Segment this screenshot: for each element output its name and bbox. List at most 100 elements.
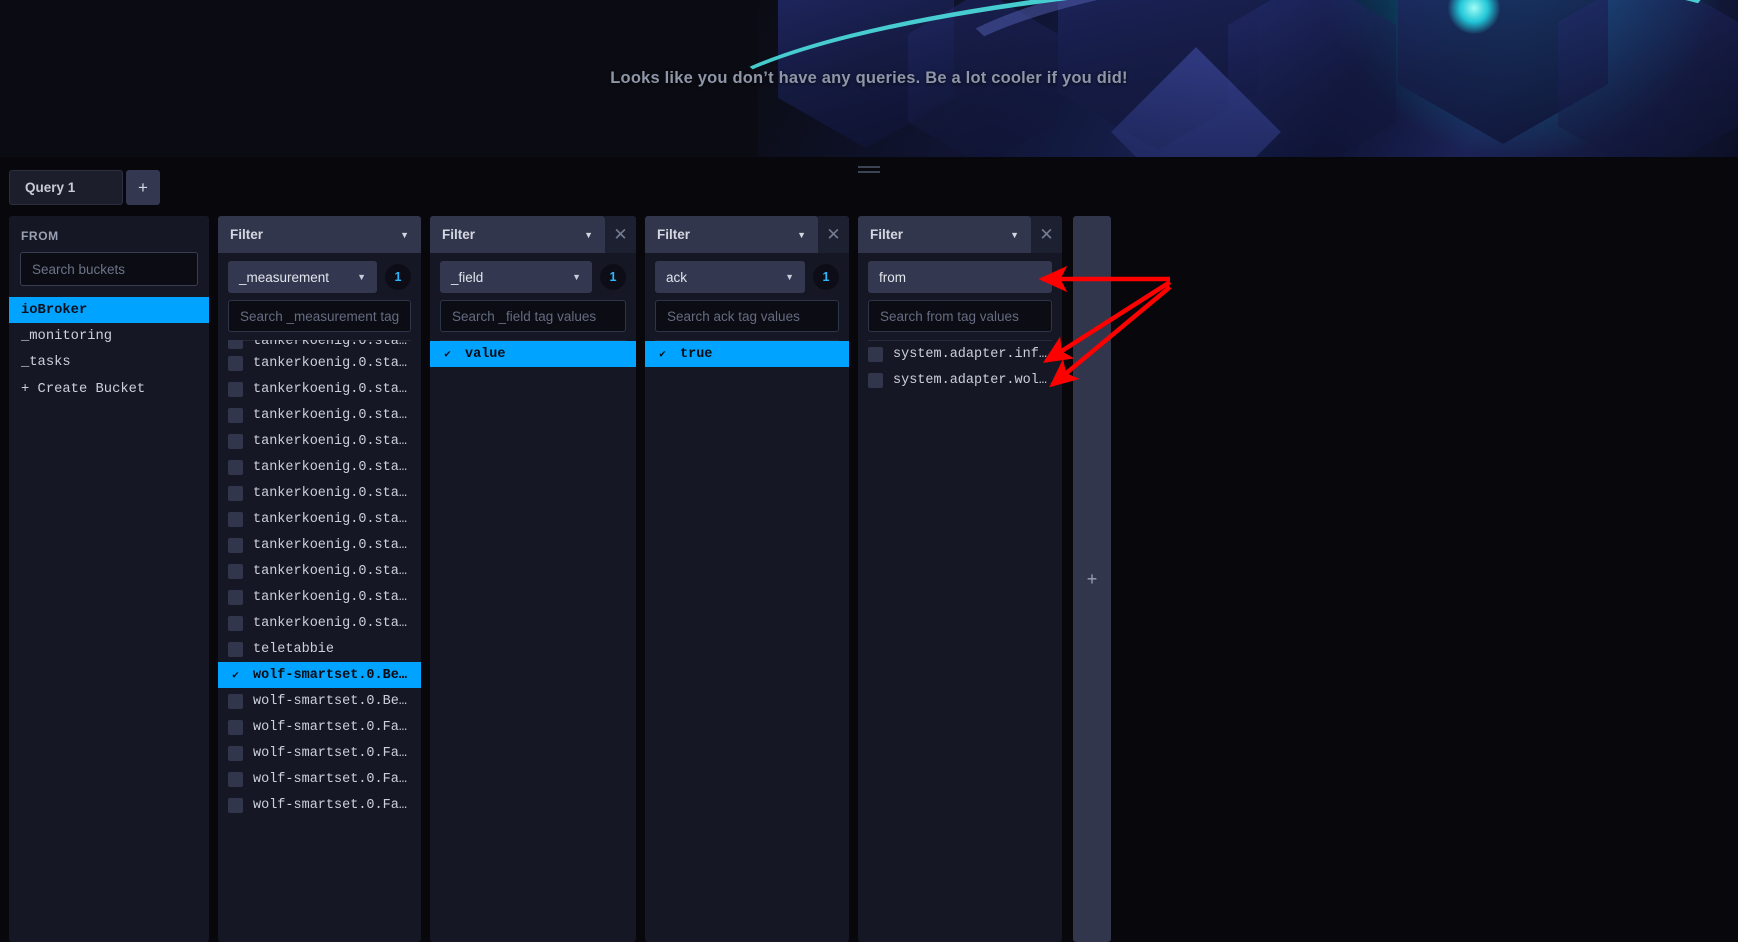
- list-item[interactable]: wolf-smartset.0.Fachm…: [218, 740, 421, 766]
- list-item[interactable]: wolf-smartset.0.Fachm…: [218, 792, 421, 818]
- checkbox[interactable]: [228, 589, 243, 605]
- list-item[interactable]: wolf-smartset.0.Fachm…: [218, 714, 421, 740]
- checkbox[interactable]: [228, 537, 243, 553]
- filter-card-field: Filter ▼ ✕ _field ▼ 1 ✔: [430, 216, 636, 942]
- bucket-label: _tasks: [21, 354, 71, 370]
- list-item-label: tankerkoenig.0.statio…: [253, 563, 411, 579]
- list-item[interactable]: tankerkoenig.0.statio…: [218, 376, 421, 402]
- close-icon: ✕: [826, 224, 841, 244]
- chevron-down-icon: ▼: [572, 272, 581, 282]
- checkbox[interactable]: [228, 381, 243, 397]
- remove-filter-button[interactable]: ✕: [1031, 216, 1062, 253]
- filter-value-list[interactable]: system.adapter.influx… system.adapter.wo…: [858, 341, 1062, 393]
- checkbox[interactable]: [228, 407, 243, 423]
- filter-value-list[interactable]: ✔ true: [645, 341, 849, 367]
- filter-value-list[interactable]: ✔ value: [430, 341, 636, 367]
- list-item[interactable]: tankerkoenig.0.statio…: [218, 454, 421, 480]
- bucket-item-iobroker[interactable]: ioBroker: [9, 297, 209, 323]
- list-item-label: teletabbie: [253, 641, 335, 657]
- list-item[interactable]: tankerkoenig.0.statio…: [218, 506, 421, 532]
- list-item-label: wolf-smartset.0.Benu…: [253, 667, 411, 683]
- checkbox-checked[interactable]: ✔: [655, 347, 670, 362]
- checkbox[interactable]: [228, 771, 243, 787]
- remove-filter-button[interactable]: ✕: [605, 216, 636, 253]
- checkbox[interactable]: [228, 693, 243, 709]
- chevron-down-icon: ▼: [785, 272, 794, 282]
- bucket-item-tasks[interactable]: _tasks: [9, 349, 209, 375]
- filter-key-dropdown[interactable]: ack ▼: [655, 261, 805, 293]
- list-item-label: tankerkoenig.0.statio…: [253, 615, 411, 631]
- filter-card-header[interactable]: Filter ▼: [858, 216, 1031, 253]
- empty-state-message: Looks like you don’t have any queries. B…: [610, 69, 1128, 87]
- list-item[interactable]: tankerkoenig.0.statio…: [218, 402, 421, 428]
- list-item-selected[interactable]: ✔ value: [430, 341, 636, 367]
- checkbox[interactable]: [228, 745, 243, 761]
- filter-tag-search-input[interactable]: [868, 300, 1052, 332]
- list-item[interactable]: tankerkoenig.0.statio…: [218, 584, 421, 610]
- list-item[interactable]: tankerkoenig.0.statio…: [218, 428, 421, 454]
- list-item[interactable]: system.adapter.wolf-s…: [858, 367, 1062, 393]
- list-item-label: wolf-smartset.0.Fachm…: [253, 745, 411, 761]
- bucket-item-monitoring[interactable]: _monitoring: [9, 323, 209, 349]
- filter-key-dropdown[interactable]: from: [868, 261, 1052, 293]
- list-item[interactable]: tankerkoenig.0.statio…: [218, 480, 421, 506]
- filter-value-list[interactable]: tankerkoenig.0.statio… tankerkoenig.0.st…: [218, 340, 421, 818]
- list-item-label: tankerkoenig.0.statio…: [253, 340, 411, 349]
- checkbox[interactable]: [228, 563, 243, 579]
- filter-key-dropdown[interactable]: _field ▼: [440, 261, 592, 293]
- list-item[interactable]: system.adapter.influx…: [858, 341, 1062, 367]
- from-panel: FROM ioBroker _monitoring _tasks + Creat…: [9, 216, 209, 942]
- checkbox[interactable]: [228, 511, 243, 527]
- list-item-label: tankerkoenig.0.statio…: [253, 589, 411, 605]
- checkbox-checked[interactable]: ✔: [228, 668, 243, 683]
- query-builder-columns: FROM ioBroker _monitoring _tasks + Creat…: [0, 216, 1738, 942]
- checkbox[interactable]: [228, 797, 243, 813]
- panel-resize-handle[interactable]: [858, 166, 880, 175]
- checkbox[interactable]: [228, 615, 243, 631]
- filter-card-ack: Filter ▼ ✕ ack ▼ 1 ✔: [645, 216, 849, 942]
- chevron-down-icon: ▼: [797, 229, 806, 240]
- checkbox[interactable]: [228, 641, 243, 657]
- checkbox[interactable]: [868, 372, 883, 388]
- filter-key-dropdown[interactable]: _measurement ▼: [228, 261, 377, 293]
- checkbox[interactable]: [228, 340, 243, 349]
- checkbox[interactable]: [868, 346, 883, 362]
- filter-key-label: from: [879, 269, 906, 285]
- list-item[interactable]: wolf-smartset.0.Benut…: [218, 688, 421, 714]
- checkbox[interactable]: [228, 485, 243, 501]
- filter-tag-search-input[interactable]: [228, 300, 411, 332]
- list-item-label: tankerkoenig.0.statio…: [253, 537, 411, 553]
- list-item[interactable]: teletabbie: [218, 636, 421, 662]
- list-item[interactable]: tankerkoenig.0.statio…: [218, 532, 421, 558]
- filter-key-label: ack: [666, 269, 688, 285]
- filter-tag-search-input[interactable]: [655, 300, 839, 332]
- tab-query-1[interactable]: Query 1: [9, 170, 123, 205]
- filter-card-header[interactable]: Filter ▼: [430, 216, 605, 253]
- list-item[interactable]: tankerkoenig.0.statio…: [218, 610, 421, 636]
- filter-tag-search-input[interactable]: [440, 300, 626, 332]
- selected-count-badge: 1: [600, 264, 626, 290]
- checkbox[interactable]: [228, 719, 243, 735]
- list-item[interactable]: tankerkoenig.0.statio…: [218, 350, 421, 376]
- checkbox[interactable]: [228, 355, 243, 371]
- remove-filter-button[interactable]: ✕: [818, 216, 849, 253]
- list-item[interactable]: tankerkoenig.0.statio…: [218, 340, 421, 350]
- filter-header-label: Filter: [230, 227, 264, 242]
- list-item[interactable]: wolf-smartset.0.Fachm…: [218, 766, 421, 792]
- bucket-label: _monitoring: [21, 328, 113, 344]
- checkbox[interactable]: [228, 433, 243, 449]
- filter-card-header[interactable]: Filter ▼: [218, 216, 421, 253]
- search-buckets-input[interactable]: [20, 252, 198, 286]
- list-item-selected[interactable]: ✔ true: [645, 341, 849, 367]
- list-item[interactable]: tankerkoenig.0.statio…: [218, 558, 421, 584]
- chevron-down-icon: ▼: [400, 229, 409, 240]
- create-bucket-label: + Create Bucket: [21, 381, 146, 397]
- filter-card-measurement: Filter ▼ _measurement ▼ 1 tankerkoenig.0…: [218, 216, 421, 942]
- add-query-button[interactable]: +: [126, 170, 160, 205]
- checkbox-checked[interactable]: ✔: [440, 347, 455, 362]
- filter-card-header[interactable]: Filter ▼: [645, 216, 818, 253]
- add-filter-card-button[interactable]: +: [1073, 216, 1111, 942]
- create-bucket-button[interactable]: + Create Bucket: [9, 376, 209, 402]
- checkbox[interactable]: [228, 459, 243, 475]
- list-item-selected[interactable]: ✔ wolf-smartset.0.Benu…: [218, 662, 421, 688]
